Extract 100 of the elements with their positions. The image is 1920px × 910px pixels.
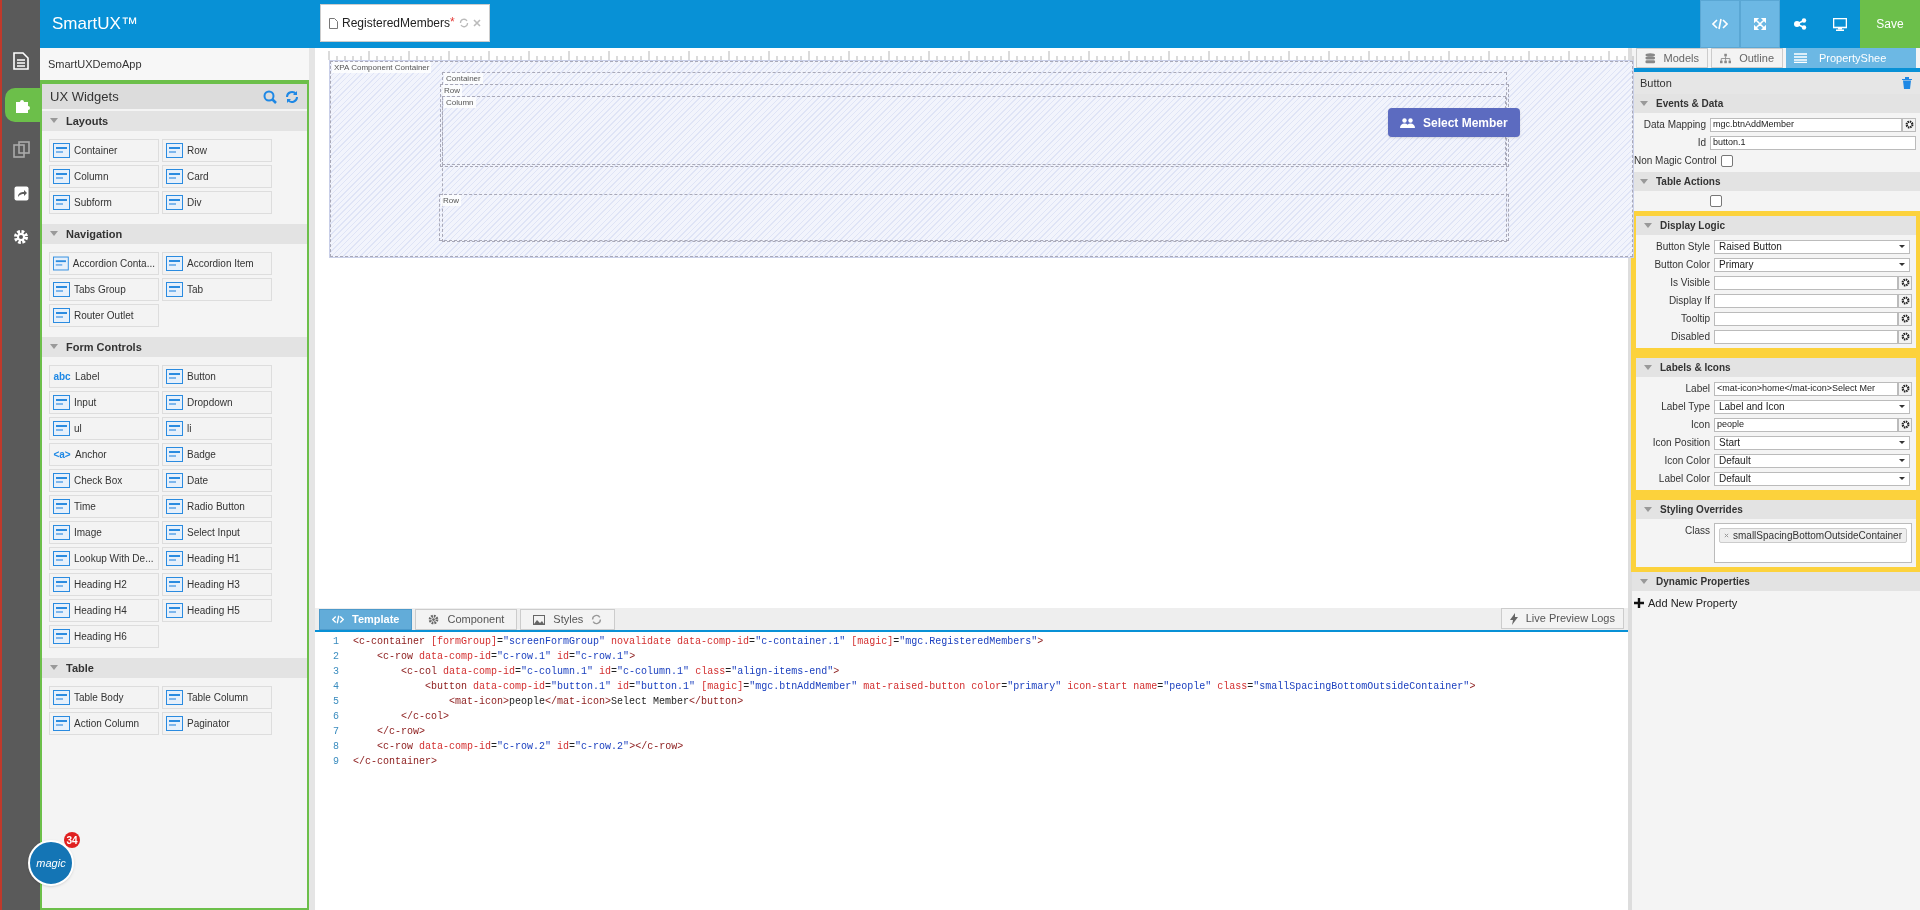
widget-item[interactable]: Accordion Conta...: [49, 252, 159, 275]
widget-item[interactable]: Subform: [49, 191, 159, 214]
input-field[interactable]: [1714, 293, 1898, 308]
widget-item[interactable]: Table Body: [49, 686, 159, 709]
gear-button[interactable]: [1898, 417, 1912, 432]
widget-item[interactable]: Badge: [162, 443, 272, 466]
widget-icon: [53, 499, 70, 514]
section-header[interactable]: Styling Overrides: [1636, 500, 1916, 519]
widget-item[interactable]: Tabs Group: [49, 278, 159, 301]
widget-item[interactable]: Card: [162, 165, 272, 188]
widget-item[interactable]: Heading H5: [162, 599, 272, 622]
widget-item[interactable]: Heading H4: [49, 599, 159, 622]
close-icon[interactable]: [472, 19, 481, 27]
section-header[interactable]: Labels & Icons: [1636, 358, 1916, 377]
section-header[interactable]: Dynamic Properties: [1632, 572, 1920, 591]
frame-label: Row: [442, 85, 462, 96]
input-field[interactable]: [1714, 311, 1898, 326]
widget-item[interactable]: Input: [49, 391, 159, 414]
input-field[interactable]: [1714, 275, 1898, 290]
widget-icon: <a>: [53, 447, 71, 462]
trash-icon[interactable]: [1902, 77, 1912, 89]
widget-item[interactable]: Router Outlet: [49, 304, 159, 327]
widget-icon: [166, 143, 183, 158]
dropdown[interactable]: Raised Button: [1714, 239, 1910, 254]
gear-button[interactable]: [1898, 293, 1912, 308]
widget-icon: [166, 603, 183, 618]
line-number: 3: [332, 665, 339, 679]
widget-item[interactable]: Column: [49, 165, 159, 188]
group-header[interactable]: Layouts: [42, 111, 307, 131]
section-header[interactable]: Display Logic: [1636, 216, 1916, 235]
dropdown[interactable]: Default: [1714, 453, 1910, 468]
widget-item[interactable]: Paginator: [162, 712, 272, 735]
checkbox[interactable]: [1710, 195, 1722, 207]
group-header[interactable]: Form Controls: [42, 337, 307, 357]
gear-button[interactable]: [1898, 381, 1912, 396]
input-field[interactable]: button.1: [1710, 135, 1916, 150]
widget-item[interactable]: Action Column: [49, 712, 159, 735]
widget-item[interactable]: Div: [162, 191, 272, 214]
section-header[interactable]: Events & Data: [1632, 94, 1920, 113]
widget-item[interactable]: Heading H3: [162, 573, 272, 596]
dropdown[interactable]: Label and Icon: [1714, 399, 1910, 414]
dropdown[interactable]: Start: [1714, 435, 1910, 450]
add-property-link[interactable]: Add New Property: [1648, 595, 1738, 612]
widget-item[interactable]: li: [162, 417, 272, 440]
toolbar-button[interactable]: [1700, 0, 1740, 48]
widget-icon: [166, 282, 183, 297]
panel-tab[interactable]: Outline: [1711, 48, 1783, 68]
widget-item[interactable]: Heading H6: [49, 625, 159, 648]
line-number: 1: [332, 635, 339, 649]
gear-button[interactable]: [1902, 117, 1916, 132]
widget-item[interactable]: Container: [49, 139, 159, 162]
refresh-icon[interactable]: [285, 89, 299, 104]
image-icon: [533, 614, 546, 625]
widget-item[interactable]: Heading H2: [49, 573, 159, 596]
widget-item[interactable]: Lookup With De...: [49, 547, 159, 570]
checkbox[interactable]: [1720, 154, 1733, 167]
rail-button[interactable]: [5, 88, 41, 122]
remove-icon[interactable]: [1724, 533, 1729, 538]
gear-button[interactable]: [1898, 329, 1912, 344]
input-field[interactable]: people: [1714, 417, 1898, 432]
code-tab[interactable]: Component: [415, 609, 518, 630]
widget-item[interactable]: Select Input: [162, 521, 272, 544]
group-header[interactable]: Table: [42, 658, 307, 678]
input-field[interactable]: [1714, 329, 1898, 344]
gear-icon: [1904, 120, 1914, 129]
widget-item[interactable]: Button: [162, 365, 272, 388]
widget-item[interactable]: Tab: [162, 278, 272, 301]
editor-tab[interactable]: RegisteredMembers*: [320, 4, 490, 42]
dropdown[interactable]: Primary: [1714, 257, 1910, 272]
widget-item[interactable]: Accordion Item: [162, 252, 272, 275]
widget-item[interactable]: ul: [49, 417, 159, 440]
widget-item[interactable]: Table Column: [162, 686, 272, 709]
widget-item[interactable]: Radio Button: [162, 495, 272, 518]
widget-item[interactable]: Time: [49, 495, 159, 518]
widget-item[interactable]: Row: [162, 139, 272, 162]
select-member-button[interactable]: Select Member: [1388, 108, 1520, 137]
input-field[interactable]: mgc.btnAddMember: [1710, 117, 1902, 132]
panel-tab[interactable]: Models: [1636, 48, 1708, 68]
widget-item[interactable]: Check Box: [49, 469, 159, 492]
gear-button[interactable]: [1898, 311, 1912, 326]
group-header[interactable]: Navigation: [42, 224, 307, 244]
toolbar-button[interactable]: [1740, 0, 1780, 48]
live-preview-logs-button[interactable]: Live Preview Logs: [1500, 608, 1624, 629]
input-field[interactable]: <mat-icon>home</mat-icon>Select Mer: [1714, 381, 1898, 396]
file-icon: [329, 17, 338, 29]
widget-item[interactable]: Image: [49, 521, 159, 544]
refresh-icon[interactable]: [458, 18, 469, 28]
widget-item[interactable]: <a> Anchor: [49, 443, 159, 466]
code-tab[interactable]: Styles: [520, 609, 616, 630]
dropdown[interactable]: Default: [1714, 471, 1910, 486]
widget-item[interactable]: abc Label: [49, 365, 159, 388]
widget-item[interactable]: Date: [162, 469, 272, 492]
caret-icon: [1899, 458, 1905, 463]
search-icon[interactable]: [263, 89, 277, 104]
widget-item[interactable]: Heading H1: [162, 547, 272, 570]
section-header[interactable]: Table Actions: [1632, 172, 1920, 191]
widget-item[interactable]: Dropdown: [162, 391, 272, 414]
gear-button[interactable]: [1898, 275, 1912, 290]
tag-field[interactable]: smallSpacingBottomOutsideContainer: [1714, 523, 1912, 563]
field-label: Non Magic Control: [1634, 154, 1717, 168]
